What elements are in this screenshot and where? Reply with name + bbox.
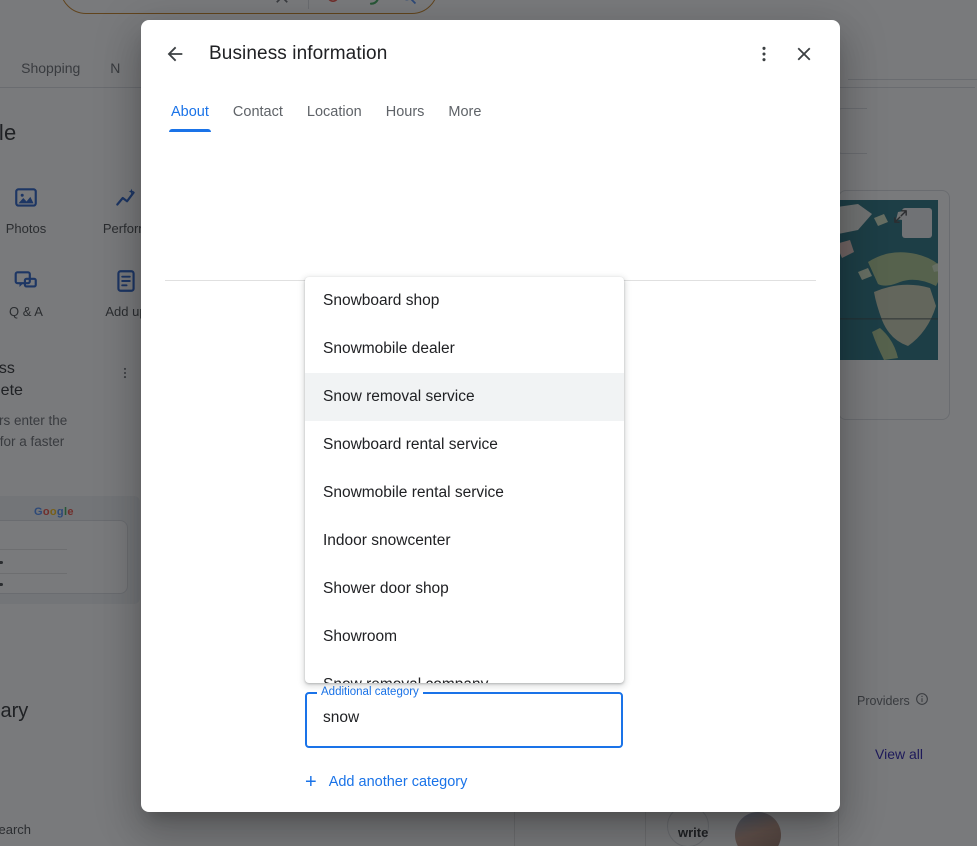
dialog-body: arn more Additional category snow Snowbo… <box>141 132 840 812</box>
additional-category-label: Additional category <box>317 686 423 698</box>
add-another-category-label: Add another category <box>328 774 468 790</box>
close-icon[interactable] <box>784 34 824 74</box>
dropdown-option[interactable]: Showroom <box>305 613 624 661</box>
tab-location[interactable]: Location <box>295 104 374 132</box>
tab-hours[interactable]: Hours <box>374 104 437 132</box>
dropdown-option[interactable]: Snow removal company <box>305 661 624 683</box>
add-another-category-button[interactable]: + Add another category <box>305 772 467 792</box>
tab-more[interactable]: More <box>436 104 493 132</box>
dialog-tabs: About Contact Location Hours More <box>141 88 840 132</box>
dialog-header: Business information <box>141 20 840 88</box>
dropdown-option[interactable]: Snowmobile dealer <box>305 325 624 373</box>
additional-category-field[interactable]: Additional category snow <box>305 686 623 748</box>
page-title: Business information <box>209 43 388 64</box>
more-vert-icon[interactable] <box>744 34 784 74</box>
dropdown-option[interactable]: Snowmobile rental service <box>305 469 624 517</box>
dropdown-option[interactable]: Shower door shop <box>305 565 624 613</box>
dropdown-option[interactable]: Snow removal service <box>305 373 624 421</box>
tab-about[interactable]: About <box>159 104 221 132</box>
plus-icon: + <box>305 771 317 793</box>
dropdown-option[interactable]: Snowboard rental service <box>305 421 624 469</box>
additional-category-value: snow <box>323 709 360 726</box>
category-suggestions-dropdown[interactable]: Snowboard shop Snowmobile dealer Snow re… <box>305 277 624 683</box>
dropdown-option[interactable]: Indoor snowcenter <box>305 517 624 565</box>
business-information-dialog: Business information About Contact Locat… <box>141 20 840 812</box>
back-arrow-icon[interactable] <box>155 34 195 74</box>
tab-contact[interactable]: Contact <box>221 104 295 132</box>
dropdown-option[interactable]: Snowboard shop <box>305 277 624 325</box>
